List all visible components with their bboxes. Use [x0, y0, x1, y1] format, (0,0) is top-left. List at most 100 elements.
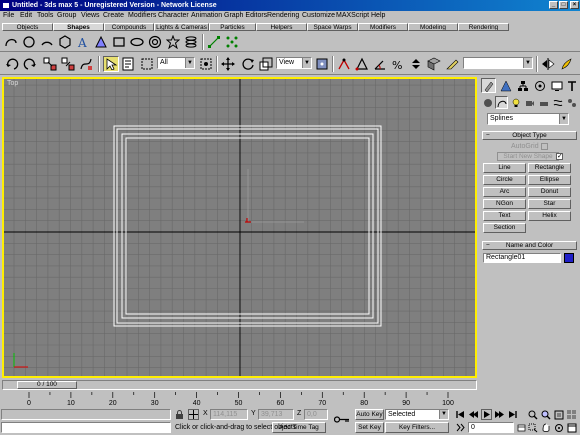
- menu-maxscript[interactable]: MAXScript: [336, 12, 369, 19]
- display-panel-icon[interactable]: [549, 78, 564, 93]
- bind-space-warp-icon[interactable]: [78, 56, 94, 72]
- utilities-panel-icon[interactable]: [566, 78, 578, 93]
- select-and-rotate-icon[interactable]: [240, 56, 256, 72]
- x-coord-field[interactable]: 114,115: [210, 409, 248, 420]
- set-key-button[interactable]: Set Key: [355, 422, 384, 433]
- arc-shape-icon[interactable]: [39, 34, 55, 50]
- current-frame-field[interactable]: 0: [468, 422, 514, 433]
- pivot-center-icon[interactable]: [314, 56, 330, 72]
- lock-icon[interactable]: [174, 409, 185, 420]
- select-and-scale-icon[interactable]: [258, 56, 274, 72]
- tab-modeling[interactable]: Modeling: [408, 23, 458, 31]
- select-and-manipulate-icon[interactable]: [336, 56, 352, 72]
- cameras-category-icon[interactable]: [523, 96, 536, 109]
- spinner-snap-icon[interactable]: [408, 56, 424, 72]
- viewport-label[interactable]: Top: [7, 80, 18, 87]
- circle-button[interactable]: Circle: [483, 175, 526, 185]
- pan-icon[interactable]: [540, 422, 551, 433]
- star-button[interactable]: Star: [528, 199, 571, 209]
- angle-snap-icon[interactable]: [372, 56, 388, 72]
- key-mode-dropdown[interactable]: Selected ▼: [385, 409, 449, 420]
- object-type-rollout-header[interactable]: − Object Type: [482, 131, 577, 140]
- snap-vertices-icon[interactable]: [206, 34, 222, 50]
- geometry-category-icon[interactable]: [481, 96, 494, 109]
- z-coord-field[interactable]: 0,0: [304, 409, 328, 420]
- menu-modifiers[interactable]: Modifiers: [128, 12, 156, 19]
- circle-shape-icon[interactable]: [21, 34, 37, 50]
- rectangular-selection-icon[interactable]: [139, 56, 155, 72]
- zoom-icon[interactable]: [527, 409, 538, 420]
- systems-category-icon[interactable]: [565, 96, 578, 109]
- rectangle-button[interactable]: Rectangle: [528, 163, 571, 173]
- menu-customize[interactable]: Customize: [302, 12, 335, 19]
- named-selection-dropdown[interactable]: ▼: [463, 57, 533, 69]
- helix-shape-icon[interactable]: [183, 34, 199, 50]
- select-and-move-icon[interactable]: [220, 56, 236, 72]
- time-slider-thumb[interactable]: 0 / 100: [17, 381, 77, 389]
- window-crossing-icon[interactable]: [198, 56, 214, 72]
- tab-lights-cameras[interactable]: Lights & Cameras: [154, 23, 209, 31]
- hierarchy-panel-icon[interactable]: [515, 78, 530, 93]
- object-color-swatch[interactable]: [564, 253, 574, 263]
- space-warps-category-icon[interactable]: [551, 96, 564, 109]
- close-button[interactable]: ×: [570, 1, 579, 9]
- unlink-selection-icon[interactable]: [60, 56, 76, 72]
- add-time-tag-button[interactable]: Add Time Tag: [272, 422, 326, 433]
- tab-particles[interactable]: Particles: [209, 23, 256, 31]
- text-shape-icon[interactable]: A: [75, 34, 91, 50]
- menu-views[interactable]: Views: [81, 12, 100, 19]
- selection-filter-dropdown[interactable]: All ▼: [157, 57, 195, 69]
- helix-button[interactable]: Helix: [528, 211, 571, 221]
- menu-file[interactable]: File: [3, 12, 14, 19]
- select-by-name-icon[interactable]: [121, 56, 137, 72]
- menu-rendering[interactable]: Rendering: [267, 12, 299, 19]
- line-shape-icon[interactable]: [3, 34, 19, 50]
- tab-helpers[interactable]: Helpers: [256, 23, 307, 31]
- donut-button[interactable]: Donut: [528, 187, 571, 197]
- donut-shape-icon[interactable]: [147, 34, 163, 50]
- menu-group[interactable]: Group: [57, 12, 76, 19]
- timeline-ruler[interactable]: 0 10 20 30 40 50 60 70 80 90 100: [2, 392, 477, 407]
- minimize-button[interactable]: _: [549, 1, 558, 9]
- zoom-all-icon[interactable]: [540, 409, 551, 420]
- mirror-icon[interactable]: [540, 56, 556, 72]
- shapes-category-icon[interactable]: [495, 96, 508, 109]
- maximize-viewport-icon[interactable]: [566, 422, 577, 433]
- menu-character[interactable]: Character: [158, 12, 189, 19]
- tab-modifiers[interactable]: Modifiers: [358, 23, 408, 31]
- autogrid-checkbox[interactable]: [541, 143, 548, 150]
- auto-key-button[interactable]: Auto Key: [355, 409, 384, 420]
- tab-rendering[interactable]: Rendering: [458, 23, 509, 31]
- zoom-extents-icon[interactable]: [553, 409, 564, 420]
- previous-frame-icon[interactable]: [468, 409, 479, 420]
- section-button[interactable]: Section: [483, 223, 526, 233]
- menu-animation[interactable]: Animation: [191, 12, 222, 19]
- edit-named-selection-icon[interactable]: [444, 56, 460, 72]
- arc-rotate-icon[interactable]: [553, 422, 564, 433]
- helpers-category-icon[interactable]: [537, 96, 550, 109]
- name-and-color-rollout-header[interactable]: − Name and Color: [482, 241, 577, 250]
- object-name-field[interactable]: Rectangle01: [483, 253, 561, 263]
- time-configuration-icon[interactable]: [516, 422, 527, 433]
- maxscript-input[interactable]: [1, 422, 171, 433]
- key-mode-toggle-icon[interactable]: [455, 422, 466, 433]
- ellipse-button[interactable]: Ellipse: [528, 175, 571, 185]
- undo-icon[interactable]: [4, 56, 20, 72]
- create-panel-icon[interactable]: [481, 78, 496, 93]
- named-selection-icon[interactable]: [426, 56, 442, 72]
- star-shape-icon[interactable]: [165, 34, 181, 50]
- section-shape-icon[interactable]: [93, 34, 109, 50]
- go-to-end-icon[interactable]: [507, 409, 518, 420]
- menu-create[interactable]: Create: [103, 12, 124, 19]
- play-icon[interactable]: [481, 409, 492, 420]
- time-slider[interactable]: 0 / 100: [2, 380, 477, 390]
- tab-space-warps[interactable]: Space Warps: [307, 23, 358, 31]
- tab-compounds[interactable]: Compounds: [104, 23, 154, 31]
- viewport-top[interactable]: Top: [2, 77, 477, 378]
- line-button[interactable]: Line: [483, 163, 526, 173]
- start-new-shape-checkbox[interactable]: ✓: [556, 153, 563, 160]
- arc-button[interactable]: Arc: [483, 187, 526, 197]
- start-new-shape-button[interactable]: Start New Shape: [497, 152, 559, 161]
- category-dropdown[interactable]: Splines ▼: [487, 113, 569, 125]
- go-to-start-icon[interactable]: [455, 409, 466, 420]
